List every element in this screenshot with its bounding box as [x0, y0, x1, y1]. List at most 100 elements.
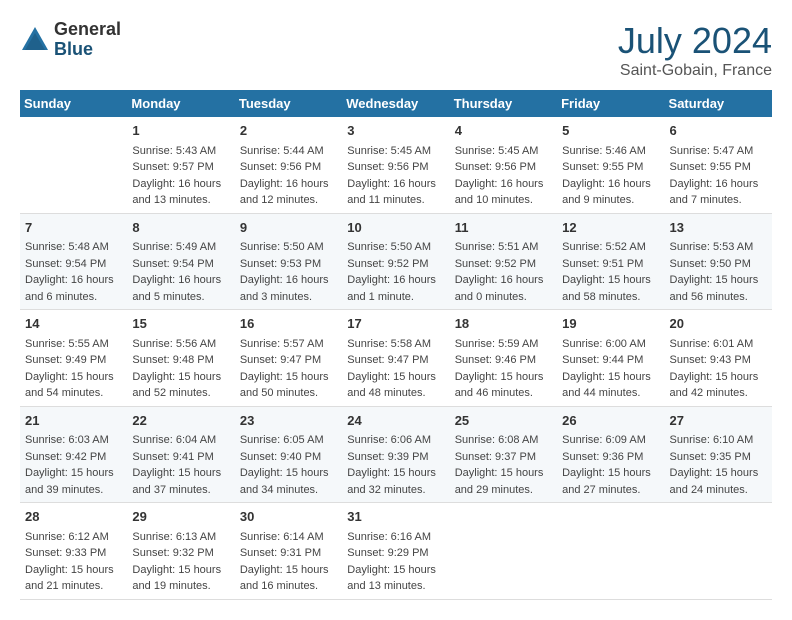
- calendar-cell: 6Sunrise: 5:47 AMSunset: 9:55 PMDaylight…: [665, 117, 772, 213]
- logo-icon: [20, 25, 50, 55]
- day-number: 22: [132, 411, 229, 431]
- day-number: 16: [240, 314, 337, 334]
- calendar-cell: 2Sunrise: 5:44 AMSunset: 9:56 PMDaylight…: [235, 117, 342, 213]
- calendar-cell: 14Sunrise: 5:55 AMSunset: 9:49 PMDayligh…: [20, 310, 127, 407]
- calendar-cell: [665, 503, 772, 600]
- day-number: 14: [25, 314, 122, 334]
- day-number: 31: [347, 507, 444, 527]
- cell-content: Sunrise: 6:16 AMSunset: 9:29 PMDaylight:…: [347, 529, 444, 595]
- day-number: 7: [25, 218, 122, 238]
- calendar-cell: 8Sunrise: 5:49 AMSunset: 9:54 PMDaylight…: [127, 213, 234, 310]
- cell-content: Sunrise: 5:44 AMSunset: 9:56 PMDaylight:…: [240, 143, 337, 209]
- cell-content: Sunrise: 6:13 AMSunset: 9:32 PMDaylight:…: [132, 529, 229, 595]
- calendar-cell: 31Sunrise: 6:16 AMSunset: 9:29 PMDayligh…: [342, 503, 449, 600]
- calendar-cell: 3Sunrise: 5:45 AMSunset: 9:56 PMDaylight…: [342, 117, 449, 213]
- cell-content: Sunrise: 6:00 AMSunset: 9:44 PMDaylight:…: [562, 336, 659, 402]
- col-saturday: Saturday: [665, 90, 772, 117]
- day-number: 26: [562, 411, 659, 431]
- calendar-week-row: 21Sunrise: 6:03 AMSunset: 9:42 PMDayligh…: [20, 406, 772, 503]
- calendar-cell: 16Sunrise: 5:57 AMSunset: 9:47 PMDayligh…: [235, 310, 342, 407]
- col-friday: Friday: [557, 90, 664, 117]
- day-number: 1: [132, 121, 229, 141]
- cell-content: Sunrise: 6:08 AMSunset: 9:37 PMDaylight:…: [455, 432, 552, 498]
- day-number: 30: [240, 507, 337, 527]
- cell-content: Sunrise: 5:57 AMSunset: 9:47 PMDaylight:…: [240, 336, 337, 402]
- cell-content: Sunrise: 5:49 AMSunset: 9:54 PMDaylight:…: [132, 239, 229, 305]
- cell-content: Sunrise: 5:53 AMSunset: 9:50 PMDaylight:…: [670, 239, 767, 305]
- day-number: 17: [347, 314, 444, 334]
- cell-content: Sunrise: 5:51 AMSunset: 9:52 PMDaylight:…: [455, 239, 552, 305]
- col-sunday: Sunday: [20, 90, 127, 117]
- calendar-cell: 1Sunrise: 5:43 AMSunset: 9:57 PMDaylight…: [127, 117, 234, 213]
- day-number: 18: [455, 314, 552, 334]
- cell-content: Sunrise: 5:46 AMSunset: 9:55 PMDaylight:…: [562, 143, 659, 209]
- calendar-cell: 4Sunrise: 5:45 AMSunset: 9:56 PMDaylight…: [450, 117, 557, 213]
- cell-content: Sunrise: 5:50 AMSunset: 9:52 PMDaylight:…: [347, 239, 444, 305]
- calendar-cell: [557, 503, 664, 600]
- day-number: 29: [132, 507, 229, 527]
- calendar-cell: 11Sunrise: 5:51 AMSunset: 9:52 PMDayligh…: [450, 213, 557, 310]
- day-number: 9: [240, 218, 337, 238]
- col-tuesday: Tuesday: [235, 90, 342, 117]
- day-number: 15: [132, 314, 229, 334]
- day-number: 24: [347, 411, 444, 431]
- calendar-cell: [20, 117, 127, 213]
- logo-blue-label: Blue: [54, 40, 121, 60]
- calendar-cell: [450, 503, 557, 600]
- cell-content: Sunrise: 5:48 AMSunset: 9:54 PMDaylight:…: [25, 239, 122, 305]
- day-number: 6: [670, 121, 767, 141]
- cell-content: Sunrise: 5:58 AMSunset: 9:47 PMDaylight:…: [347, 336, 444, 402]
- day-number: 21: [25, 411, 122, 431]
- cell-content: Sunrise: 5:47 AMSunset: 9:55 PMDaylight:…: [670, 143, 767, 209]
- cell-content: Sunrise: 5:45 AMSunset: 9:56 PMDaylight:…: [347, 143, 444, 209]
- page-header: General Blue July 2024 Saint-Gobain, Fra…: [20, 20, 772, 80]
- col-thursday: Thursday: [450, 90, 557, 117]
- day-number: 19: [562, 314, 659, 334]
- calendar-cell: 12Sunrise: 5:52 AMSunset: 9:51 PMDayligh…: [557, 213, 664, 310]
- calendar-cell: 21Sunrise: 6:03 AMSunset: 9:42 PMDayligh…: [20, 406, 127, 503]
- calendar-cell: 7Sunrise: 5:48 AMSunset: 9:54 PMDaylight…: [20, 213, 127, 310]
- calendar-header: Sunday Monday Tuesday Wednesday Thursday…: [20, 90, 772, 117]
- calendar-cell: 17Sunrise: 5:58 AMSunset: 9:47 PMDayligh…: [342, 310, 449, 407]
- calendar-week-row: 14Sunrise: 5:55 AMSunset: 9:49 PMDayligh…: [20, 310, 772, 407]
- day-number: 2: [240, 121, 337, 141]
- calendar-cell: 28Sunrise: 6:12 AMSunset: 9:33 PMDayligh…: [20, 503, 127, 600]
- calendar-cell: 13Sunrise: 5:53 AMSunset: 9:50 PMDayligh…: [665, 213, 772, 310]
- logo-general-label: General: [54, 20, 121, 40]
- calendar-cell: 19Sunrise: 6:00 AMSunset: 9:44 PMDayligh…: [557, 310, 664, 407]
- logo: General Blue: [20, 20, 121, 60]
- header-row: Sunday Monday Tuesday Wednesday Thursday…: [20, 90, 772, 117]
- calendar-week-row: 7Sunrise: 5:48 AMSunset: 9:54 PMDaylight…: [20, 213, 772, 310]
- day-number: 8: [132, 218, 229, 238]
- calendar-cell: 9Sunrise: 5:50 AMSunset: 9:53 PMDaylight…: [235, 213, 342, 310]
- calendar-cell: 24Sunrise: 6:06 AMSunset: 9:39 PMDayligh…: [342, 406, 449, 503]
- cell-content: Sunrise: 5:59 AMSunset: 9:46 PMDaylight:…: [455, 336, 552, 402]
- day-number: 27: [670, 411, 767, 431]
- day-number: 25: [455, 411, 552, 431]
- calendar-cell: 15Sunrise: 5:56 AMSunset: 9:48 PMDayligh…: [127, 310, 234, 407]
- cell-content: Sunrise: 5:56 AMSunset: 9:48 PMDaylight:…: [132, 336, 229, 402]
- calendar-cell: 10Sunrise: 5:50 AMSunset: 9:52 PMDayligh…: [342, 213, 449, 310]
- calendar-cell: 29Sunrise: 6:13 AMSunset: 9:32 PMDayligh…: [127, 503, 234, 600]
- cell-content: Sunrise: 6:03 AMSunset: 9:42 PMDaylight:…: [25, 432, 122, 498]
- cell-content: Sunrise: 6:06 AMSunset: 9:39 PMDaylight:…: [347, 432, 444, 498]
- calendar-cell: 26Sunrise: 6:09 AMSunset: 9:36 PMDayligh…: [557, 406, 664, 503]
- cell-content: Sunrise: 5:45 AMSunset: 9:56 PMDaylight:…: [455, 143, 552, 209]
- calendar-cell: 25Sunrise: 6:08 AMSunset: 9:37 PMDayligh…: [450, 406, 557, 503]
- cell-content: Sunrise: 6:12 AMSunset: 9:33 PMDaylight:…: [25, 529, 122, 595]
- calendar-cell: 20Sunrise: 6:01 AMSunset: 9:43 PMDayligh…: [665, 310, 772, 407]
- calendar-body: 1Sunrise: 5:43 AMSunset: 9:57 PMDaylight…: [20, 117, 772, 599]
- day-number: 20: [670, 314, 767, 334]
- day-number: 23: [240, 411, 337, 431]
- col-monday: Monday: [127, 90, 234, 117]
- cell-content: Sunrise: 6:04 AMSunset: 9:41 PMDaylight:…: [132, 432, 229, 498]
- day-number: 12: [562, 218, 659, 238]
- location-subtitle: Saint-Gobain, France: [618, 62, 772, 80]
- calendar-cell: 22Sunrise: 6:04 AMSunset: 9:41 PMDayligh…: [127, 406, 234, 503]
- day-number: 3: [347, 121, 444, 141]
- day-number: 4: [455, 121, 552, 141]
- col-wednesday: Wednesday: [342, 90, 449, 117]
- day-number: 10: [347, 218, 444, 238]
- cell-content: Sunrise: 5:55 AMSunset: 9:49 PMDaylight:…: [25, 336, 122, 402]
- cell-content: Sunrise: 5:50 AMSunset: 9:53 PMDaylight:…: [240, 239, 337, 305]
